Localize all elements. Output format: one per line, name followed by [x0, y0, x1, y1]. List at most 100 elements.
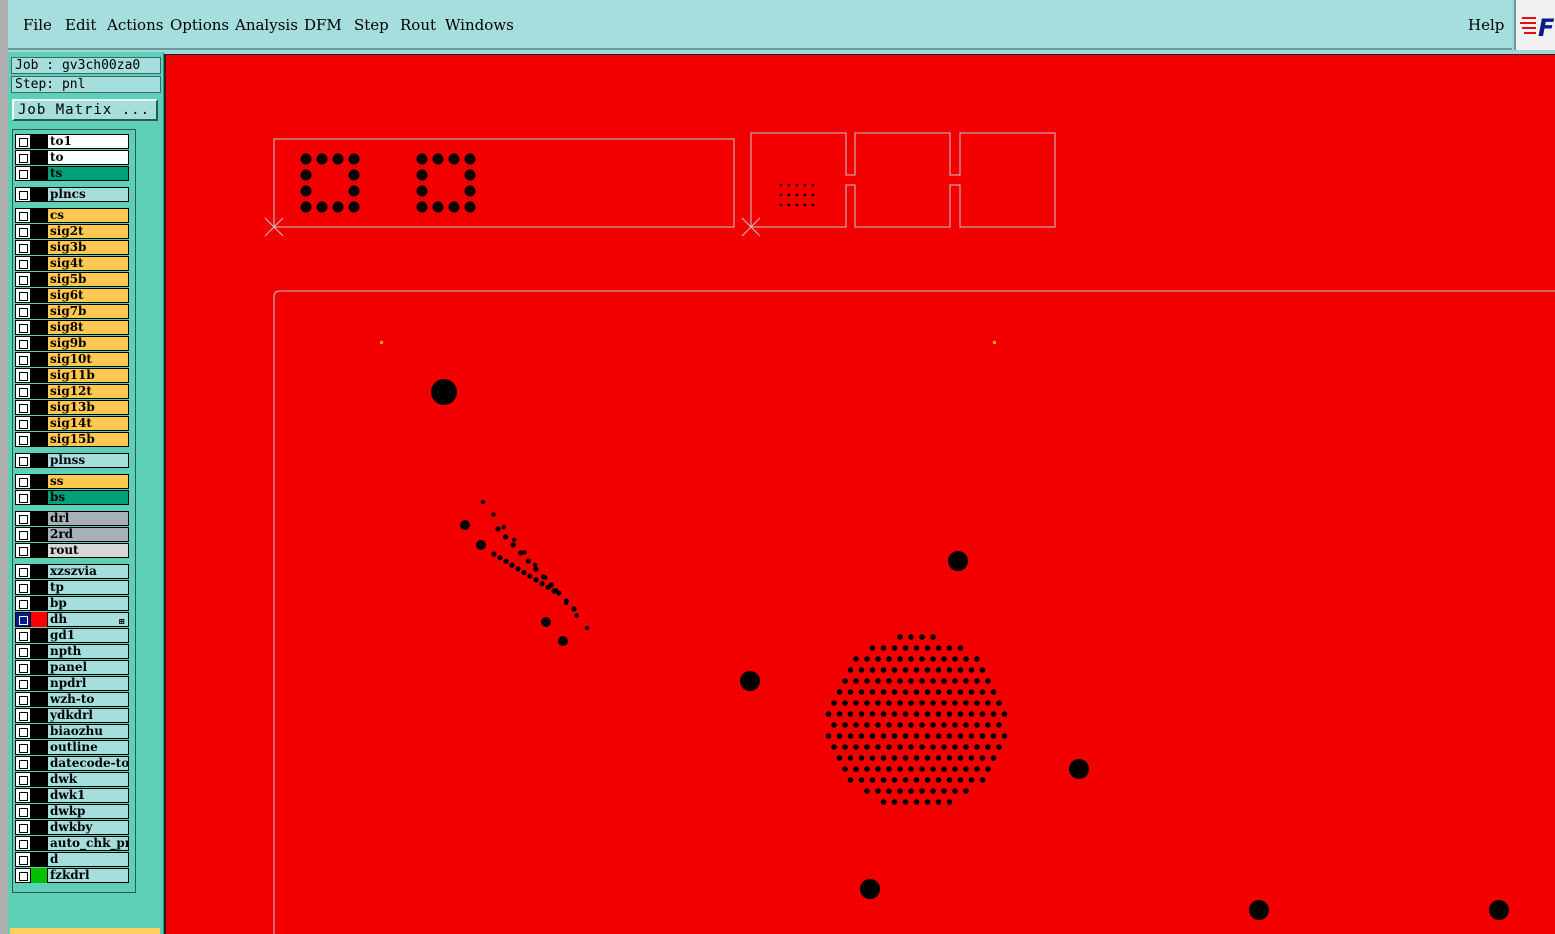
layer-checkbox[interactable]: [15, 527, 31, 542]
layer-row-sig11b[interactable]: sig11b: [15, 368, 133, 383]
layer-row-datecode-to[interactable]: datecode-to: [15, 756, 133, 771]
layer-color-swatch[interactable]: [31, 336, 47, 351]
layer-color-swatch[interactable]: [31, 868, 47, 883]
layer-name[interactable]: to: [47, 150, 129, 165]
menu-dfm[interactable]: DFM: [304, 16, 342, 34]
layer-name[interactable]: sig14t: [47, 416, 129, 431]
layer-checkbox[interactable]: [15, 453, 31, 468]
layer-row-sig8t[interactable]: sig8t: [15, 320, 133, 335]
layer-color-swatch[interactable]: [31, 453, 47, 468]
layer-color-swatch[interactable]: [31, 511, 47, 526]
layer-name[interactable]: ydkdrl: [47, 708, 129, 723]
layer-checkbox[interactable]: [15, 660, 31, 675]
layer-checkbox[interactable]: [15, 490, 31, 505]
layer-color-swatch[interactable]: [31, 772, 47, 787]
layer-row-sig13b[interactable]: sig13b: [15, 400, 133, 415]
layer-name[interactable]: gd1: [47, 628, 129, 643]
layer-name[interactable]: npdrl: [47, 676, 129, 691]
layer-name[interactable]: xzszvia: [47, 564, 129, 579]
layer-checkbox[interactable]: [15, 224, 31, 239]
layer-name[interactable]: dwk: [47, 772, 129, 787]
layer-color-swatch[interactable]: [31, 756, 47, 771]
layer-name[interactable]: wzh-to: [47, 692, 129, 707]
layer-name[interactable]: sig3b: [47, 240, 129, 255]
layer-color-swatch[interactable]: [31, 150, 47, 165]
layer-color-swatch[interactable]: [31, 240, 47, 255]
layer-name[interactable]: sig15b: [47, 432, 129, 447]
layer-checkbox[interactable]: [15, 134, 31, 149]
layer-checkbox[interactable]: [15, 432, 31, 447]
layer-checkbox[interactable]: [15, 272, 31, 287]
layer-color-swatch[interactable]: [31, 628, 47, 643]
layer-color-swatch[interactable]: [31, 134, 47, 149]
layer-row-ydkdrl[interactable]: ydkdrl: [15, 708, 133, 723]
layer-name[interactable]: cs: [47, 208, 129, 223]
layer-name[interactable]: npth: [47, 644, 129, 659]
layer-row-ss[interactable]: ss: [15, 474, 133, 489]
layer-checkbox[interactable]: [15, 416, 31, 431]
layer-color-swatch[interactable]: [31, 708, 47, 723]
layer-color-swatch[interactable]: [31, 692, 47, 707]
layer-name[interactable]: dwk1: [47, 788, 129, 803]
layer-name[interactable]: rout: [47, 543, 129, 558]
layer-name[interactable]: dh ⊞: [47, 612, 129, 627]
layer-checkbox[interactable]: [15, 240, 31, 255]
layer-name[interactable]: panel: [47, 660, 129, 675]
layer-checkbox[interactable]: [15, 208, 31, 223]
layer-checkbox[interactable]: [15, 740, 31, 755]
layer-color-swatch[interactable]: [31, 660, 47, 675]
layer-name[interactable]: sig5b: [47, 272, 129, 287]
layer-row-sig15b[interactable]: sig15b: [15, 432, 133, 447]
layer-checkbox[interactable]: [15, 724, 31, 739]
layer-name[interactable]: fzkdrl: [47, 868, 129, 883]
menu-file[interactable]: File: [23, 16, 52, 34]
layer-row-xzszvia[interactable]: xzszvia: [15, 564, 133, 579]
layer-row-sig2t[interactable]: sig2t: [15, 224, 133, 239]
menu-edit[interactable]: Edit: [65, 16, 96, 34]
layer-row-wzh-to[interactable]: wzh-to: [15, 692, 133, 707]
layer-name[interactable]: plnss: [47, 453, 129, 468]
layer-row-to[interactable]: to: [15, 150, 133, 165]
layer-row-dwkp[interactable]: dwkp: [15, 804, 133, 819]
layer-checkbox[interactable]: [15, 756, 31, 771]
layer-checkbox[interactable]: [15, 256, 31, 271]
layer-color-swatch[interactable]: [31, 724, 47, 739]
layer-checkbox[interactable]: [15, 836, 31, 851]
layer-name[interactable]: sig11b: [47, 368, 129, 383]
layer-color-swatch[interactable]: [31, 320, 47, 335]
menu-rout[interactable]: Rout: [400, 16, 436, 34]
layer-checkbox[interactable]: [15, 304, 31, 319]
layer-checkbox[interactable]: [15, 166, 31, 181]
layer-color-swatch[interactable]: [31, 612, 47, 627]
layer-name[interactable]: sig6t: [47, 288, 129, 303]
layer-checkbox[interactable]: [15, 564, 31, 579]
layer-color-swatch[interactable]: [31, 804, 47, 819]
layer-color-swatch[interactable]: [31, 820, 47, 835]
layer-name[interactable]: sig7b: [47, 304, 129, 319]
layer-color-swatch[interactable]: [31, 352, 47, 367]
layer-row-sig7b[interactable]: sig7b: [15, 304, 133, 319]
layer-checkbox[interactable]: [15, 676, 31, 691]
layer-row-dh[interactable]: dh ⊞: [15, 612, 133, 627]
layer-row-sig10t[interactable]: sig10t: [15, 352, 133, 367]
layer-checkbox[interactable]: [15, 320, 31, 335]
menu-windows[interactable]: Windows: [445, 16, 514, 34]
layer-checkbox[interactable]: [15, 368, 31, 383]
layer-checkbox[interactable]: [15, 288, 31, 303]
layer-row-bs[interactable]: bs: [15, 490, 133, 505]
layer-color-swatch[interactable]: [31, 384, 47, 399]
menu-analysis[interactable]: Analysis: [235, 16, 298, 34]
menu-options[interactable]: Options: [170, 16, 229, 34]
layer-checkbox[interactable]: [15, 187, 31, 202]
layer-row-biaozhu[interactable]: biaozhu: [15, 724, 133, 739]
layer-color-swatch[interactable]: [31, 580, 47, 595]
layer-row-2rd[interactable]: 2rd: [15, 527, 133, 542]
layer-row-npth[interactable]: npth: [15, 644, 133, 659]
layer-row-gd1[interactable]: gd1: [15, 628, 133, 643]
layer-row-drl[interactable]: drl: [15, 511, 133, 526]
layer-color-swatch[interactable]: [31, 527, 47, 542]
layer-name[interactable]: sig10t: [47, 352, 129, 367]
menu-help[interactable]: Help: [1468, 16, 1504, 34]
layer-row-outline[interactable]: outline: [15, 740, 133, 755]
layer-name[interactable]: sig12t: [47, 384, 129, 399]
